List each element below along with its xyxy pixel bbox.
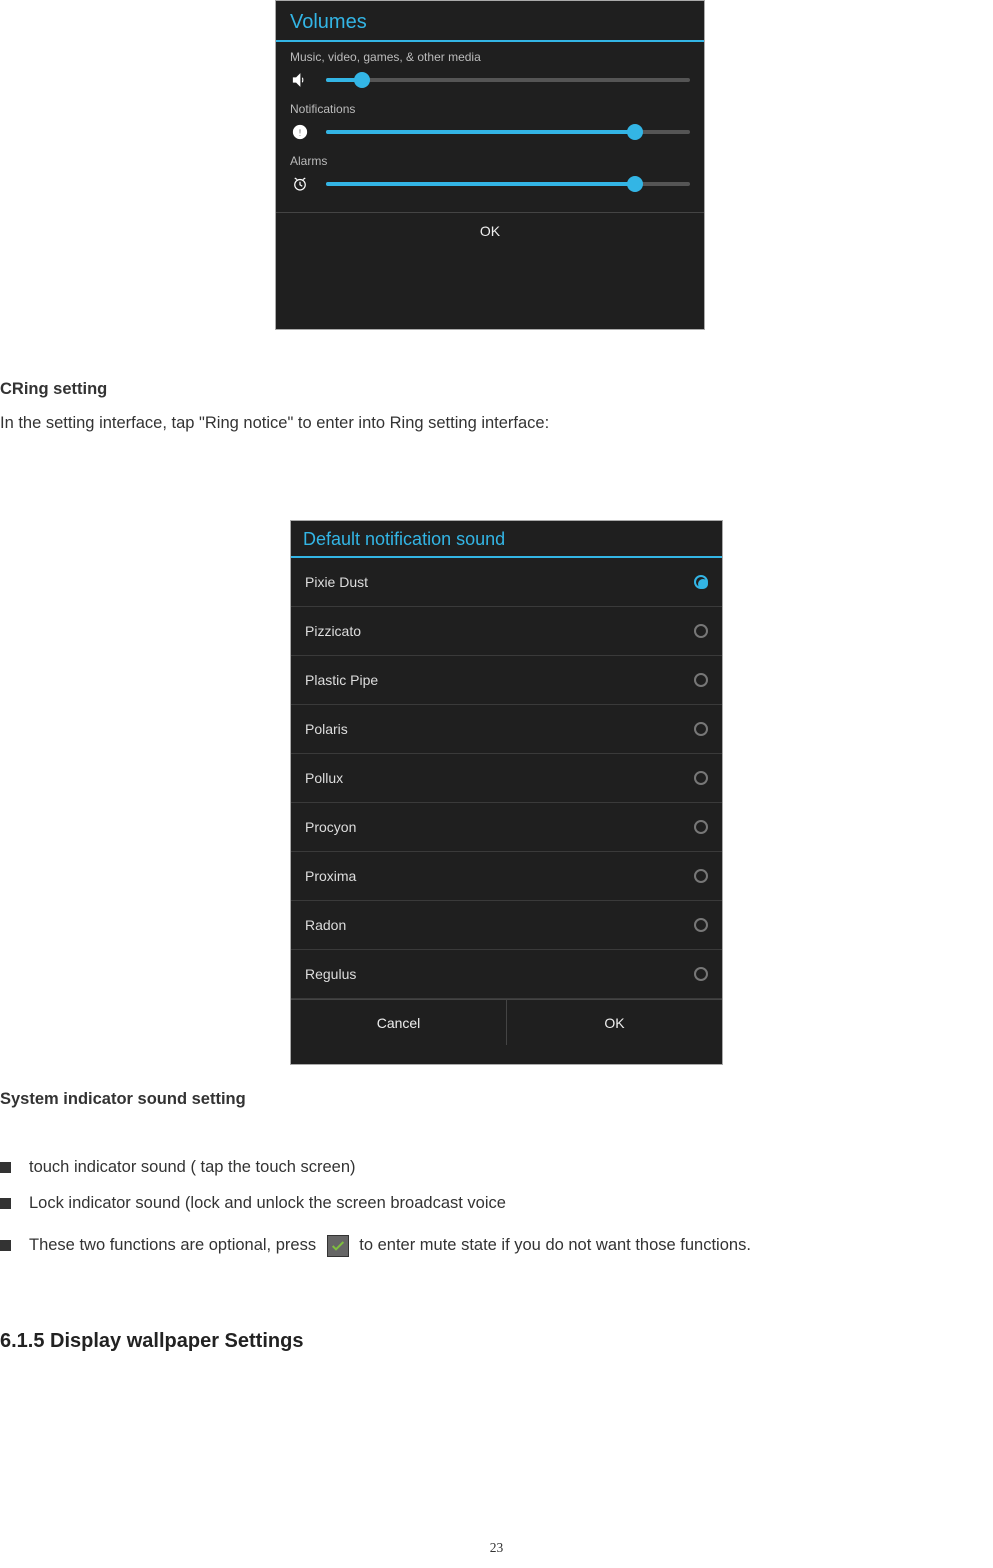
volume-label-alarms: Alarms xyxy=(290,154,690,168)
ok-button[interactable]: OK xyxy=(507,1000,722,1045)
radio-icon xyxy=(694,624,708,638)
section-heading: 6.1.5 Display wallpaper Settings xyxy=(0,1330,303,1353)
sound-option[interactable]: Proxima xyxy=(291,852,722,901)
notifications-volume-slider[interactable] xyxy=(326,130,690,134)
radio-icon xyxy=(694,722,708,736)
media-volume-slider[interactable] xyxy=(326,78,690,82)
sound-option[interactable]: Pollux xyxy=(291,754,722,803)
volume-group-notifications: Notifications ! xyxy=(276,94,704,146)
sound-option[interactable]: Procyon xyxy=(291,803,722,852)
sound-option[interactable]: Regulus xyxy=(291,950,722,999)
volume-label-notifications: Notifications xyxy=(290,102,690,116)
volume-group-alarms: Alarms xyxy=(276,146,704,198)
checkbox-icon xyxy=(327,1235,349,1257)
bullet-square-icon xyxy=(0,1240,11,1251)
bullet-3-text-a: These two functions are optional, press xyxy=(29,1236,321,1254)
radio-icon xyxy=(694,869,708,883)
sound-option-label: Plastic Pipe xyxy=(305,672,378,688)
sound-option-label: Radon xyxy=(305,917,346,933)
bullet-3: These two functions are optional, press … xyxy=(0,1231,993,1259)
cancel-button[interactable]: Cancel xyxy=(291,1000,507,1045)
radio-icon xyxy=(694,918,708,932)
volumes-title: Volumes xyxy=(276,1,704,42)
bullet-list: touch indicator sound ( tap the touch sc… xyxy=(0,1145,993,1267)
volume-group-media: Music, video, games, & other media xyxy=(276,42,704,94)
dialog-button-row: Cancel OK xyxy=(291,999,722,1045)
bullet-2-text: Lock indicator sound (lock and unlock th… xyxy=(29,1189,506,1217)
bullet-2: Lock indicator sound (lock and unlock th… xyxy=(0,1189,993,1217)
sound-option-label: Pollux xyxy=(305,770,343,786)
speaker-icon xyxy=(290,70,310,90)
notification-sound-dialog: Default notification sound Pixie Dust Piz… xyxy=(290,520,723,1065)
sound-option-label: Pizzicato xyxy=(305,623,361,639)
sound-option-label: Proxima xyxy=(305,868,356,884)
sound-option[interactable]: Pizzicato xyxy=(291,607,722,656)
bullet-3-text-b: to enter mute state if you do not want t… xyxy=(359,1236,751,1254)
volumes-dialog: Volumes Music, video, games, & other med… xyxy=(275,0,705,330)
radio-icon xyxy=(694,575,708,589)
bullet-square-icon xyxy=(0,1198,11,1209)
alarm-icon xyxy=(290,174,310,194)
sound-list: Pixie Dust Pizzicato Plastic Pipe Polaris Po… xyxy=(291,558,722,999)
sound-option[interactable]: Plastic Pipe xyxy=(291,656,722,705)
cring-heading: CRing setting xyxy=(0,372,993,406)
sound-option-label: Regulus xyxy=(305,966,356,982)
ok-button[interactable]: OK xyxy=(276,212,704,249)
sound-option[interactable]: Radon xyxy=(291,901,722,950)
page-number: 23 xyxy=(0,1540,993,1556)
volume-label-media: Music, video, games, & other media xyxy=(290,50,690,64)
notification-sound-title: Default notification sound xyxy=(291,521,722,558)
notification-icon: ! xyxy=(290,122,310,142)
radio-icon xyxy=(694,967,708,981)
radio-icon xyxy=(694,673,708,687)
sound-option[interactable]: Pixie Dust xyxy=(291,558,722,607)
sound-option[interactable]: Polaris xyxy=(291,705,722,754)
bullet-1-text: touch indicator sound ( tap the touch sc… xyxy=(29,1153,356,1181)
sound-option-label: Pixie Dust xyxy=(305,574,368,590)
cring-paragraph: In the setting interface, tap "Ring noti… xyxy=(0,406,993,440)
alarms-volume-slider[interactable] xyxy=(326,182,690,186)
bullet-square-icon xyxy=(0,1162,11,1173)
radio-icon xyxy=(694,820,708,834)
system-indicator-heading: System indicator sound setting xyxy=(0,1082,993,1116)
svg-text:!: ! xyxy=(298,127,302,139)
bullet-3-text: These two functions are optional, press … xyxy=(29,1231,751,1259)
sound-option-label: Procyon xyxy=(305,819,356,835)
bullet-1: touch indicator sound ( tap the touch sc… xyxy=(0,1153,993,1181)
sound-option-label: Polaris xyxy=(305,721,348,737)
radio-icon xyxy=(694,771,708,785)
